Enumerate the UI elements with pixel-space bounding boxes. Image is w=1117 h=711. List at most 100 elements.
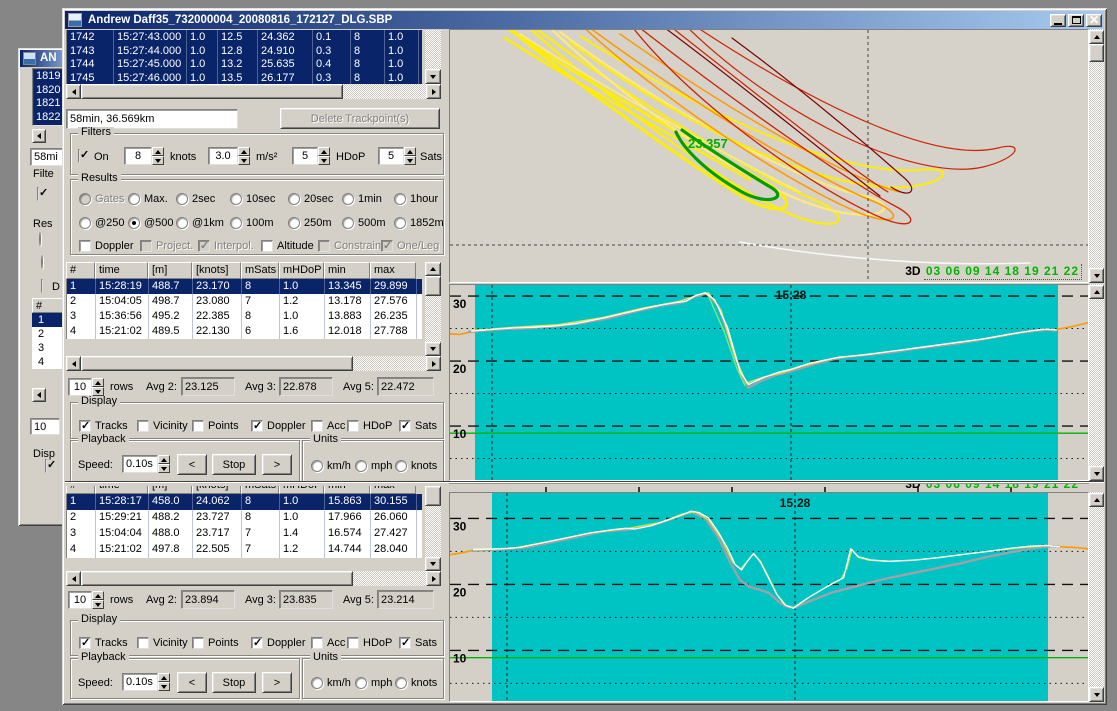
checkbox-vicinity[interactable]: Vicinity xyxy=(137,636,188,649)
scroll-down-button[interactable] xyxy=(425,69,441,84)
radio-box[interactable] xyxy=(394,217,406,229)
table-cell[interactable]: 1.0 xyxy=(280,510,325,526)
scroll-right-button[interactable] xyxy=(426,571,441,586)
chart-vertical-scrollbar[interactable] xyxy=(1089,492,1104,702)
radio-at250[interactable] xyxy=(41,255,43,269)
table-cell[interactable]: 12.018 xyxy=(325,324,371,339)
checkbox-sats[interactable]: Sats xyxy=(399,419,437,432)
radio-box[interactable] xyxy=(355,460,367,472)
table-cell[interactable]: 24.362 xyxy=(258,30,313,44)
column-header[interactable]: # xyxy=(66,486,95,494)
table-cell[interactable]: 29.899 xyxy=(371,279,417,294)
radio-box[interactable] xyxy=(230,217,242,229)
table-cell[interactable]: 1.0 xyxy=(280,494,325,510)
check-box[interactable] xyxy=(137,637,149,649)
table-cell[interactable]: 24.062 xyxy=(193,494,242,510)
table-cell[interactable]: 15:04:05 xyxy=(96,294,149,309)
radio-box[interactable] xyxy=(311,460,323,472)
table-cell[interactable]: 8 xyxy=(351,71,385,85)
table-cell[interactable]: 26.060 xyxy=(371,510,417,526)
radio-1852m[interactable]: 1852m xyxy=(394,216,444,229)
spinner-buttons[interactable] xyxy=(158,455,170,473)
checkbox-filters-on[interactable] xyxy=(78,149,80,163)
table-cell[interactable]: 22.505 xyxy=(193,542,242,558)
column-header[interactable]: mHDoP xyxy=(279,486,324,494)
table-cell[interactable]: 0.3 xyxy=(313,44,351,58)
table-cell[interactable]: 26.235 xyxy=(371,309,417,324)
radio-box[interactable] xyxy=(395,460,407,472)
radio-km-h[interactable]: km/h xyxy=(311,459,351,472)
scroll-left-button[interactable] xyxy=(32,129,46,143)
table-cell[interactable]: 1.2 xyxy=(280,542,325,558)
column-header[interactable]: time xyxy=(95,262,148,279)
table-cell[interactable]: 27.427 xyxy=(371,526,417,542)
radio-box[interactable] xyxy=(176,193,188,205)
table-cell[interactable]: 1745 xyxy=(67,71,114,85)
radio--1km[interactable]: @1km xyxy=(176,216,224,229)
radio--500[interactable]: @500 xyxy=(128,216,174,229)
table-row[interactable]: 115:28:17458.024.06281.015.86330.155 xyxy=(67,494,422,510)
table-row[interactable]: 415:21:02489.522.13061.612.01827.788 xyxy=(67,324,422,339)
table-cell[interactable]: 1.0 xyxy=(385,30,419,44)
column-header[interactable]: [knots] xyxy=(192,262,241,279)
checkbox-acc[interactable]: Acc xyxy=(311,636,345,649)
table-cell[interactable]: 7 xyxy=(242,294,280,309)
scrollbar-thumb[interactable] xyxy=(1089,44,1104,62)
check-box[interactable] xyxy=(261,240,273,252)
spinner-buttons[interactable] xyxy=(92,378,104,396)
checkbox-sats[interactable]: Sats xyxy=(399,636,437,649)
table-cell[interactable]: 2 xyxy=(67,510,96,526)
radio-box[interactable] xyxy=(79,217,91,229)
checkbox-doppler[interactable]: Doppler xyxy=(251,636,306,649)
table-cell[interactable]: 8 xyxy=(242,510,280,526)
table-cell[interactable]: 1.0 xyxy=(385,57,419,71)
check-box[interactable] xyxy=(347,420,359,432)
scroll-left-button[interactable] xyxy=(66,84,81,99)
table-cell[interactable]: 15:27:43.000 xyxy=(114,30,187,44)
table-cell[interactable]: 1.0 xyxy=(187,57,218,71)
table-cell[interactable]: 15:21:02 xyxy=(96,542,149,558)
check-box[interactable] xyxy=(140,240,152,252)
radio-1min[interactable]: 1min xyxy=(342,192,382,205)
table-cell[interactable]: 15:04:04 xyxy=(96,526,149,542)
table-cell[interactable]: 15:28:17 xyxy=(96,494,149,510)
table-cell[interactable]: 1.6 xyxy=(280,324,325,339)
scroll-down-button[interactable] xyxy=(425,342,441,356)
table-cell[interactable]: 22.130 xyxy=(193,324,242,339)
delete-trackpoints-button[interactable]: Delete Trackpoint(s) xyxy=(280,108,440,129)
table-cell[interactable]: 8 xyxy=(242,309,280,324)
table-cell[interactable]: 13.883 xyxy=(325,309,371,324)
speed-spinner[interactable]: 0.10s xyxy=(122,673,158,691)
table-cell[interactable]: 8 xyxy=(242,494,280,510)
radio-box[interactable] xyxy=(230,193,242,205)
rows-spinner[interactable]: 10 xyxy=(68,378,92,396)
table-cell[interactable]: 28.040 xyxy=(371,542,417,558)
table-cell[interactable]: 0.4 xyxy=(313,57,351,71)
table-cell[interactable]: 23.080 xyxy=(193,294,242,309)
radio-box[interactable] xyxy=(176,217,188,229)
check-box[interactable] xyxy=(311,637,323,649)
step-forward-button[interactable]: > xyxy=(262,454,292,475)
table-cell[interactable]: 1.0 xyxy=(385,44,419,58)
table-cell[interactable]: 27.788 xyxy=(371,324,417,339)
radio-box[interactable] xyxy=(288,217,300,229)
spinner-buttons[interactable] xyxy=(92,591,104,609)
scroll-up-button[interactable] xyxy=(425,262,441,276)
scroll-down-button[interactable] xyxy=(425,557,441,571)
table-cell[interactable]: 22.385 xyxy=(193,309,242,324)
scroll-up-button[interactable] xyxy=(1089,30,1104,44)
table-cell[interactable]: 13.2 xyxy=(218,57,258,71)
scroll-down-button[interactable] xyxy=(1089,268,1104,283)
speed-spinner[interactable]: 0.10s xyxy=(122,455,158,473)
checkbox-tracks[interactable]: Tracks xyxy=(79,636,128,649)
scroll-right-button[interactable] xyxy=(426,84,441,99)
check-box[interactable] xyxy=(198,240,210,252)
table-cell[interactable]: 15:21:02 xyxy=(96,324,149,339)
table-cell[interactable]: 1 xyxy=(67,494,96,510)
table-cell[interactable]: 458.0 xyxy=(149,494,193,510)
table-cell[interactable]: 1.0 xyxy=(280,309,325,324)
check-box[interactable] xyxy=(192,637,204,649)
knots-filter-spinner[interactable]: 8 xyxy=(124,147,152,165)
checkbox-one-leg[interactable]: One/Leg xyxy=(381,239,439,252)
radio-2sec[interactable]: 2sec xyxy=(176,192,215,205)
